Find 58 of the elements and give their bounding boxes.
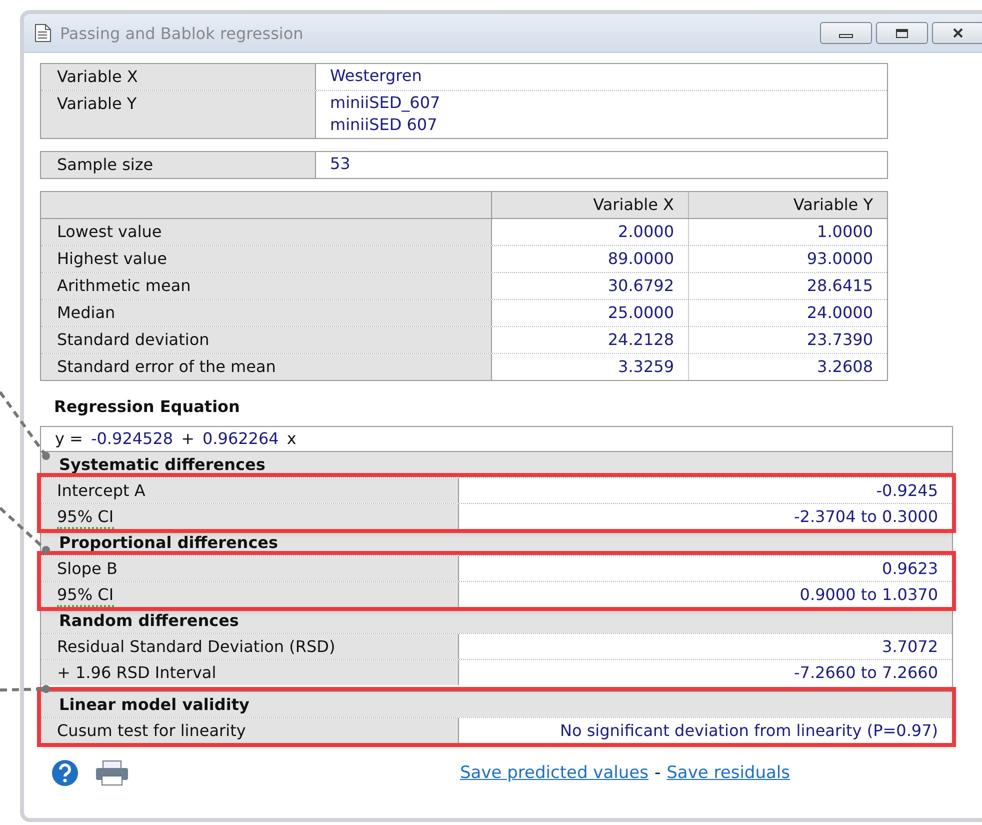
table-cell-text: 1.0000 xyxy=(816,221,874,243)
table-cell-text: 3.7072 xyxy=(881,636,939,658)
table-cell-text: 93.0000 xyxy=(806,248,874,270)
close-icon xyxy=(951,27,965,39)
row-label: + 1.96 RSD Interval xyxy=(57,662,216,684)
regression-equation: y = -0.924528 + 0.962264 x xyxy=(54,428,298,450)
variable-label: Variable X xyxy=(41,64,316,90)
row-label: Slope B xyxy=(57,558,118,580)
column-header: Variable X xyxy=(492,192,689,218)
table-cell-text: -7.2660 to 7.2660 xyxy=(793,662,939,684)
leader-line xyxy=(0,685,50,693)
leader-line xyxy=(0,506,50,554)
table-cell: 3.3259 xyxy=(492,354,689,380)
save-link[interactable]: Save predicted values xyxy=(460,763,648,783)
table-cell: 89.0000 xyxy=(492,246,689,272)
variable-name: Westergren xyxy=(330,65,422,87)
row-label: Highest value xyxy=(41,246,492,272)
row-label: Intercept A xyxy=(57,480,146,502)
minimize-button[interactable] xyxy=(820,22,872,44)
section-title: Regression Equation xyxy=(54,397,241,416)
link-separator: - xyxy=(654,763,661,783)
table-cell: 24.2128 xyxy=(492,327,689,353)
sample-size-label: Sample size xyxy=(41,152,316,178)
row-label: Median xyxy=(41,300,492,326)
printer-icon[interactable] xyxy=(94,760,130,786)
row-label: Standard error of the mean xyxy=(41,354,492,380)
row-label: Residual Standard Deviation (RSD) xyxy=(57,636,336,658)
table-cell-text: 0.9623 xyxy=(881,558,939,580)
variable-name: miniiSED 607 xyxy=(330,114,438,136)
document-icon xyxy=(34,23,52,43)
variable-name: miniiSED_607 xyxy=(330,92,440,114)
group-header: Linear model validity xyxy=(41,691,952,717)
table-cell: 25.0000 xyxy=(492,300,689,326)
table-cell-text: No significant deviation from linearity (P=0.97) xyxy=(558,720,939,742)
table-cell-text: 0.9000 to 1.0370 xyxy=(798,584,939,606)
leader-line xyxy=(0,391,50,460)
close-button[interactable] xyxy=(932,22,982,44)
table-cell-text: -0.9245 xyxy=(875,480,939,502)
row-label: Arithmetic mean xyxy=(41,273,492,299)
table-cell-text: 24.0000 xyxy=(806,302,874,324)
row-label: 95% CI xyxy=(57,584,114,607)
table-cell: 30.6792 xyxy=(492,273,689,299)
table-cell: 2.0000 xyxy=(492,219,689,245)
table-cell-text: 28.6415 xyxy=(806,275,874,297)
variable-label: Variable Y xyxy=(41,91,316,138)
row-label: Lowest value xyxy=(41,219,492,245)
row-label: 95% CI xyxy=(57,506,114,529)
table-cell-text: 3.2608 xyxy=(816,356,874,378)
window-title: Passing and Bablok regression xyxy=(60,24,304,42)
row-label: Standard deviation xyxy=(41,327,492,353)
save-link[interactable]: Save residuals xyxy=(666,763,790,783)
help-icon[interactable] xyxy=(50,758,80,788)
table-cell-text: 23.7390 xyxy=(806,329,874,351)
column-header: Variable Y xyxy=(792,194,874,216)
maximize-button[interactable] xyxy=(876,22,928,44)
sample-size-value: 53 xyxy=(330,153,350,175)
table-cell-text: -2.3704 to 0.3000 xyxy=(793,506,939,528)
row-label: Cusum test for linearity xyxy=(57,720,246,742)
